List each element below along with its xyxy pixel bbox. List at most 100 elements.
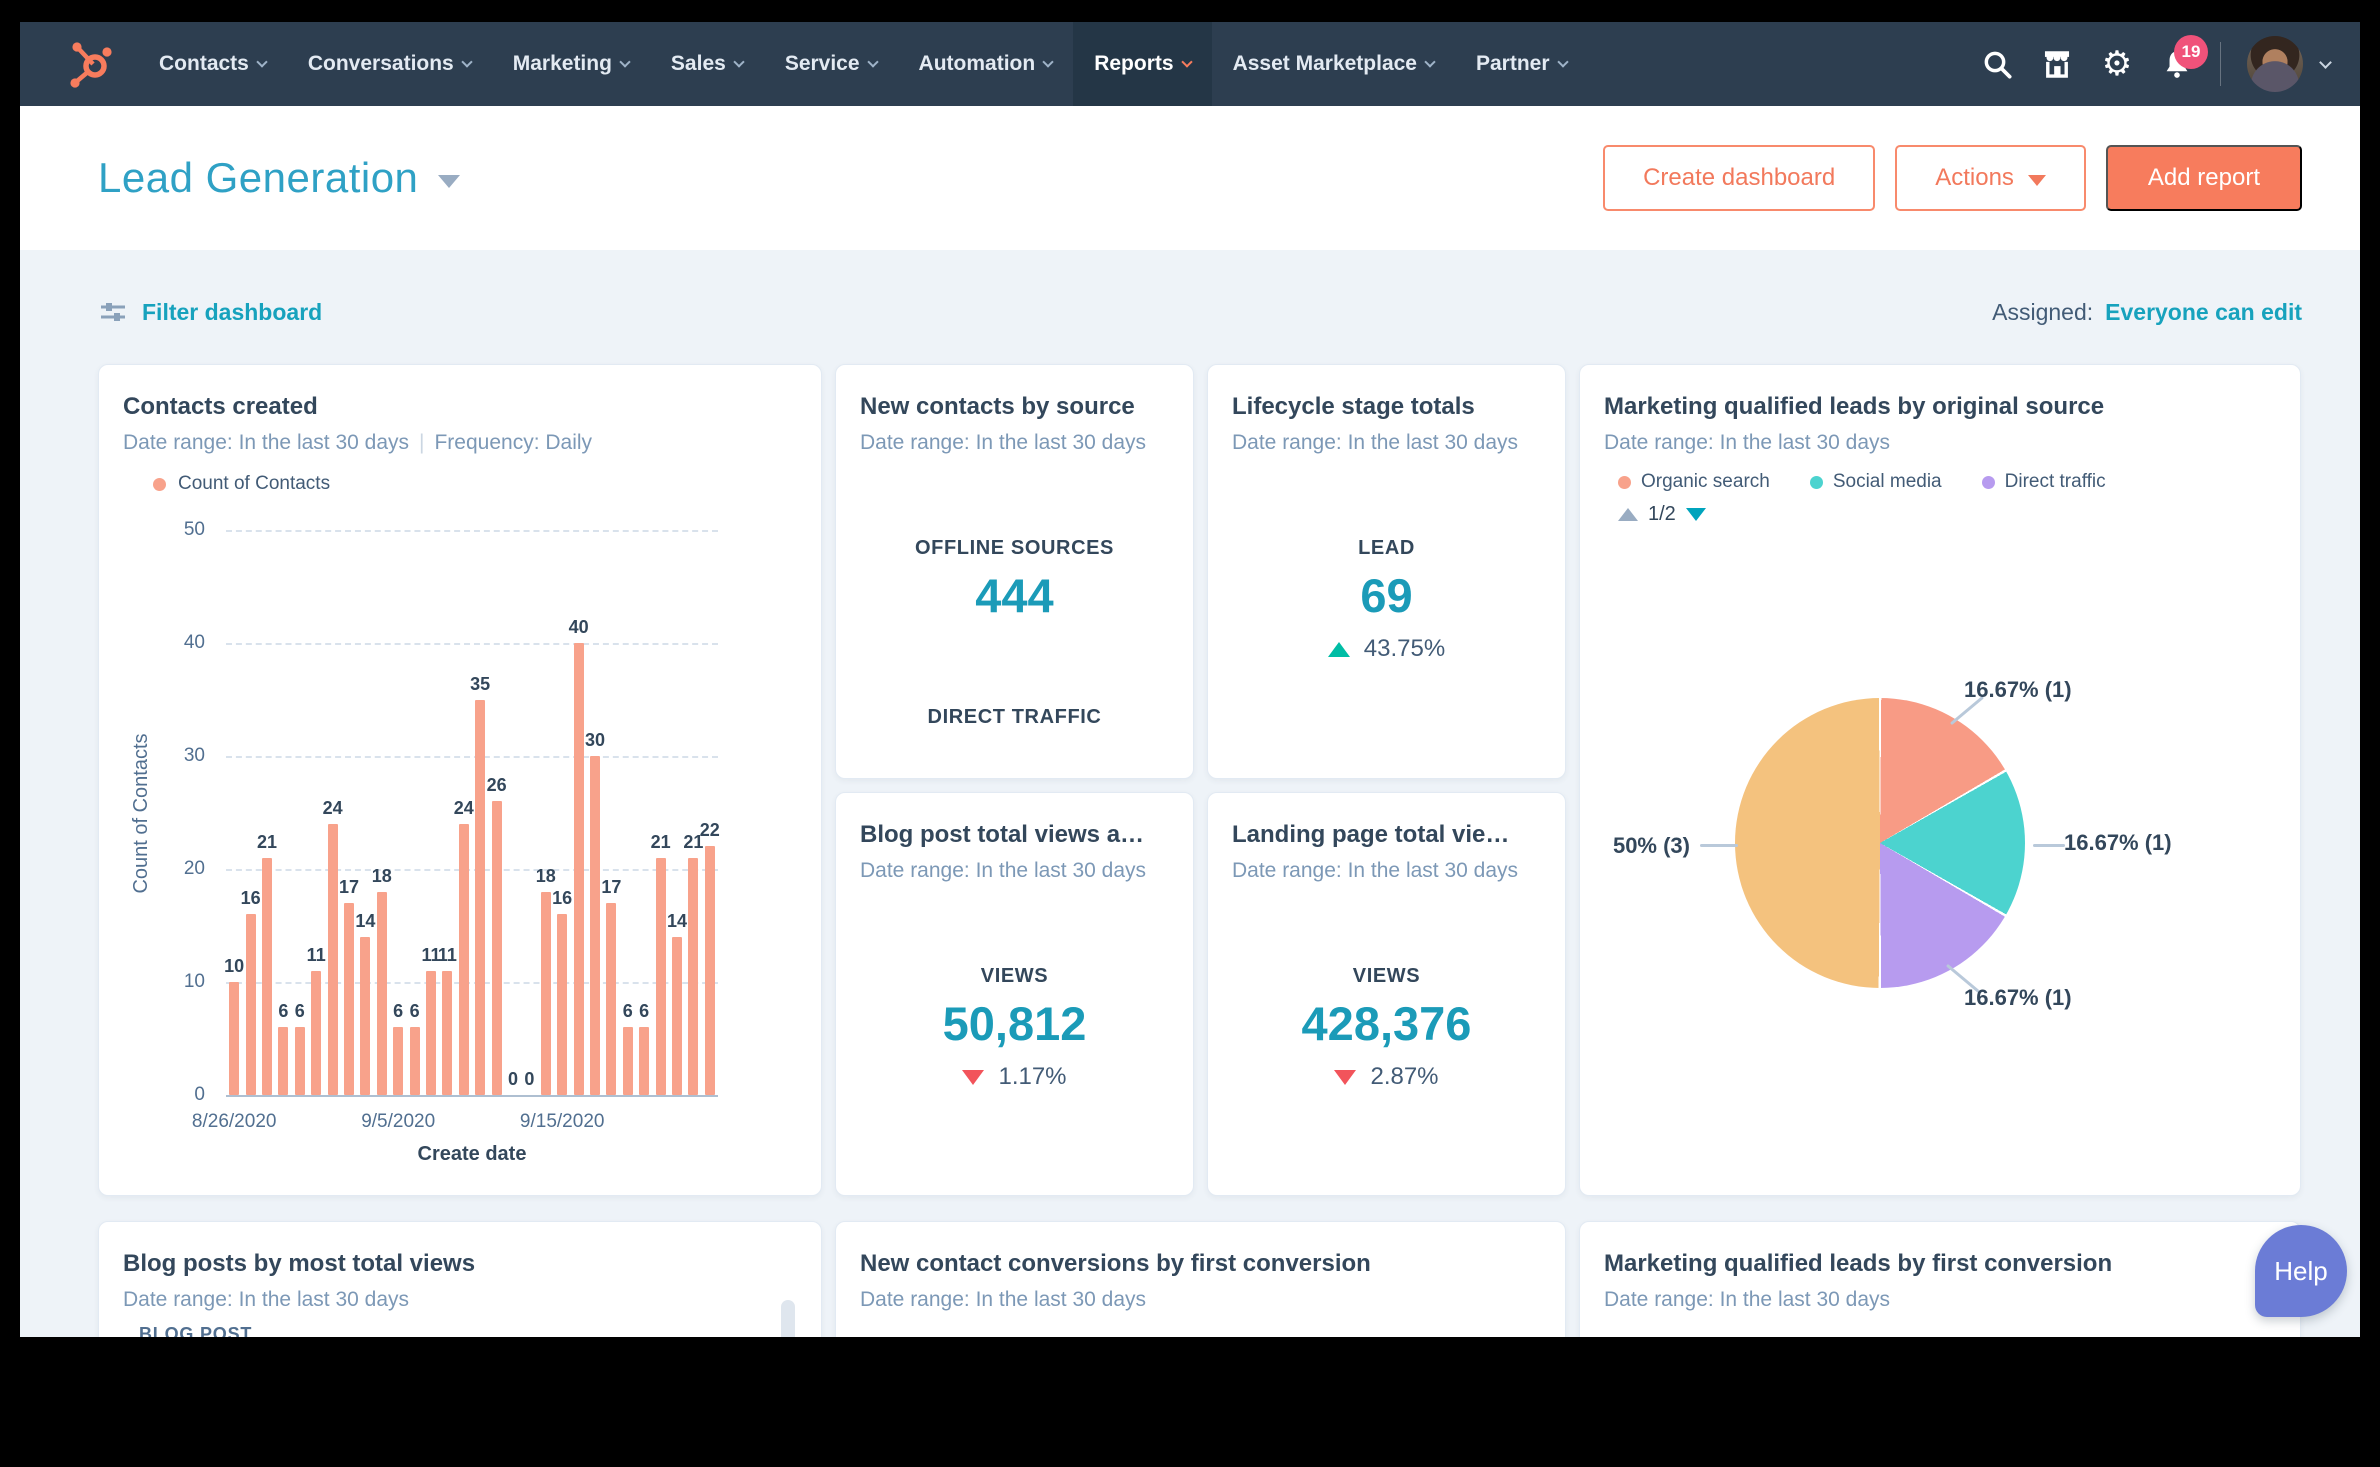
- add-report-button[interactable]: Add report: [2106, 145, 2302, 211]
- legend-dot: [1810, 476, 1823, 489]
- chevron-down-icon: [867, 56, 878, 67]
- chevron-down-icon: [1043, 56, 1054, 67]
- x-tick-label: 8/26/2020: [164, 1111, 304, 1133]
- card-subtitle: Date range: In the last 30 days|Frequenc…: [99, 421, 821, 455]
- bar-value-label: 40: [569, 617, 589, 638]
- metric-delta: 2.87%: [1208, 1063, 1565, 1091]
- nav-item-asset-marketplace[interactable]: Asset Marketplace: [1212, 22, 1455, 106]
- account-chevron-down-icon[interactable]: [2319, 56, 2332, 69]
- nav-item-automation[interactable]: Automation: [898, 22, 1074, 106]
- page-header: Lead Generation Create dashboard Actions…: [20, 106, 2360, 250]
- bar: [672, 937, 682, 1095]
- bar-value-label: 14: [667, 911, 687, 932]
- search-icon[interactable]: [1980, 47, 2014, 81]
- bar-value-label: 35: [470, 674, 490, 695]
- assigned-label: Assigned:: [1992, 299, 2093, 326]
- chevron-down-icon: [1181, 56, 1192, 67]
- mql-pie-chart: [1735, 698, 2025, 988]
- delta-up-icon: [1328, 642, 1350, 657]
- y-axis-title: Count of Contacts: [130, 531, 153, 1096]
- legend-item-social-media: Social media: [1810, 471, 1942, 493]
- nav-item-service[interactable]: Service: [764, 22, 898, 106]
- assigned-value-link[interactable]: Everyone can edit: [2105, 299, 2302, 326]
- hubspot-logo-icon[interactable]: [66, 38, 118, 90]
- legend-page-down-icon[interactable]: [1686, 508, 1706, 521]
- bar-value-label: 18: [536, 866, 556, 887]
- filter-sliders-icon: [98, 297, 128, 327]
- bar: [475, 700, 485, 1096]
- bar-value-label: 6: [393, 1001, 403, 1022]
- card-new-contacts-by-source: New contacts by source Date range: In th…: [835, 364, 1194, 779]
- bar: [590, 756, 600, 1095]
- create-dashboard-button[interactable]: Create dashboard: [1603, 145, 1875, 211]
- gridline: [226, 982, 718, 984]
- marketplace-icon[interactable]: [2040, 47, 2074, 81]
- x-axis-title: Create date: [226, 1143, 718, 1166]
- bar-value-label: 0: [524, 1069, 534, 1090]
- bar-value-label: 16: [552, 888, 572, 909]
- nav-divider: [2220, 42, 2221, 86]
- nav-item-sales[interactable]: Sales: [650, 22, 764, 106]
- bar-value-label: 24: [323, 798, 343, 819]
- dashboard-title-dropdown[interactable]: Lead Generation: [98, 154, 460, 202]
- notifications-bell-icon[interactable]: 19: [2160, 47, 2194, 81]
- settings-gear-icon[interactable]: ⚙: [2100, 47, 2134, 81]
- title-dropdown-caret-icon: [438, 175, 460, 188]
- x-axis-line: [226, 1095, 718, 1097]
- actions-button[interactable]: Actions: [1895, 145, 2086, 211]
- card-contact-conversions: New contact conversions by first convers…: [835, 1221, 1566, 1337]
- bar-value-label: 6: [410, 1001, 420, 1022]
- legend-item-organic-search: Organic search: [1618, 471, 1770, 493]
- dashboard-toolbar: Filter dashboard Assigned: Everyone can …: [98, 294, 2302, 330]
- pie-slice-label: 16.67% (1): [1964, 677, 2072, 703]
- bar-value-label: 6: [639, 1001, 649, 1022]
- user-avatar[interactable]: [2247, 36, 2303, 92]
- nav-item-contacts[interactable]: Contacts: [138, 22, 287, 106]
- card-landing-page-total-views: Landing page total vie… Date range: In t…: [1207, 792, 1566, 1196]
- chart-legend: Count of Contacts: [99, 455, 821, 495]
- nav-item-marketing[interactable]: Marketing: [492, 22, 650, 106]
- legend-dot: [1982, 476, 1995, 489]
- bar-value-label: 11: [438, 945, 457, 966]
- metric-label-secondary: DIRECT TRAFFIC: [836, 706, 1193, 729]
- pie-legend: Organic search Social media Direct traffic: [1580, 455, 2300, 493]
- bar: [262, 858, 272, 1095]
- pie-slice-label: 16.67% (1): [2064, 830, 2172, 856]
- chevron-down-icon: [1557, 56, 1568, 67]
- bar-value-label: 6: [295, 1001, 305, 1022]
- legend-dot: [1618, 476, 1631, 489]
- filter-dashboard-link[interactable]: Filter dashboard: [98, 297, 322, 327]
- bar-value-label: 22: [700, 820, 720, 841]
- table-column-header: BLOG POST: [139, 1324, 252, 1337]
- card-contacts-created: 0102030405010162166112417141866111124352…: [98, 364, 822, 1196]
- bar: [344, 903, 354, 1095]
- help-button[interactable]: Help: [2255, 1225, 2347, 1317]
- bar-value-label: 18: [372, 866, 392, 887]
- bar: [688, 858, 698, 1095]
- bar: [656, 858, 666, 1095]
- card-lifecycle-stage-totals: Lifecycle stage totals Date range: In th…: [1207, 364, 1566, 779]
- bar: [311, 971, 321, 1095]
- legend-item-direct-traffic: Direct traffic: [1982, 471, 2106, 493]
- x-tick-label: 9/15/2020: [492, 1111, 632, 1133]
- legend-page-indicator: 1/2: [1648, 503, 1676, 526]
- bar-value-label: 0: [508, 1069, 518, 1090]
- gridline: [226, 756, 718, 758]
- bar: [328, 824, 338, 1095]
- nav-item-conversations[interactable]: Conversations: [287, 22, 492, 106]
- bar: [426, 971, 436, 1095]
- notification-badge: 19: [2174, 35, 2208, 69]
- legend-page-up-icon[interactable]: [1618, 508, 1638, 521]
- bar-value-label: 17: [601, 877, 621, 898]
- bar: [393, 1027, 403, 1095]
- delta-down-icon: [962, 1070, 984, 1085]
- nav-item-reports[interactable]: Reports: [1073, 22, 1211, 106]
- bar: [606, 903, 616, 1095]
- bar: [278, 1027, 288, 1095]
- nav-item-partner[interactable]: Partner: [1455, 22, 1588, 106]
- card-blog-post-total-views: Blog post total views a… Date range: In …: [835, 792, 1194, 1196]
- bar: [492, 801, 502, 1095]
- metric-value: 444: [836, 568, 1193, 623]
- metric-label: OFFLINE SOURCES: [836, 537, 1193, 560]
- card-scrollbar[interactable]: [781, 1300, 795, 1337]
